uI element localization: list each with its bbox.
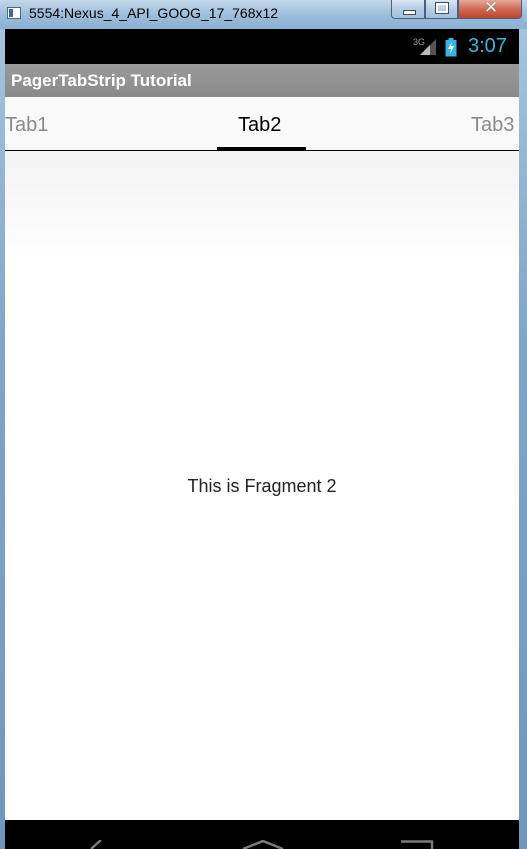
status-bar: 3G 3:07 xyxy=(5,29,519,64)
minimize-button[interactable] xyxy=(391,0,425,19)
view-pager-content[interactable]: This is Fragment 2 xyxy=(5,151,519,820)
emulator-window: 5554:Nexus_4_API_GOOG_17_768x12 ✕ 3G 3:0… xyxy=(0,0,527,849)
tab-tab1[interactable]: Tab1 xyxy=(5,114,48,137)
battery-charging-icon xyxy=(445,38,457,57)
app-icon[interactable] xyxy=(7,7,21,19)
minimize-icon xyxy=(403,10,416,15)
tab-tab2[interactable]: Tab2 xyxy=(238,114,281,137)
navigation-bar xyxy=(5,820,519,849)
recents-icon[interactable] xyxy=(401,840,435,849)
device-screen: 3G 3:07 PagerTabStrip Tutorial Tab1 Tab2… xyxy=(5,29,519,849)
app-title: PagerTabStrip Tutorial xyxy=(11,71,192,90)
back-icon[interactable] xyxy=(83,840,107,849)
maximize-button[interactable] xyxy=(425,0,458,19)
pager-tab-strip: Tab1 Tab2 Tab3 xyxy=(5,97,519,151)
tab-tab3[interactable]: Tab3 xyxy=(471,114,514,137)
signal-icon xyxy=(420,39,436,55)
maximize-icon xyxy=(435,2,449,14)
window-title: 5554:Nexus_4_API_GOOG_17_768x12 xyxy=(29,5,279,21)
status-clock: 3:07 xyxy=(468,35,507,57)
close-button[interactable]: ✕ xyxy=(458,0,522,19)
home-icon[interactable] xyxy=(241,840,285,849)
close-icon: ✕ xyxy=(483,0,499,18)
window-titlebar[interactable]: 5554:Nexus_4_API_GOOG_17_768x12 ✕ xyxy=(0,0,527,29)
action-bar: PagerTabStrip Tutorial xyxy=(5,64,519,97)
fragment-text: This is Fragment 2 xyxy=(187,476,337,496)
